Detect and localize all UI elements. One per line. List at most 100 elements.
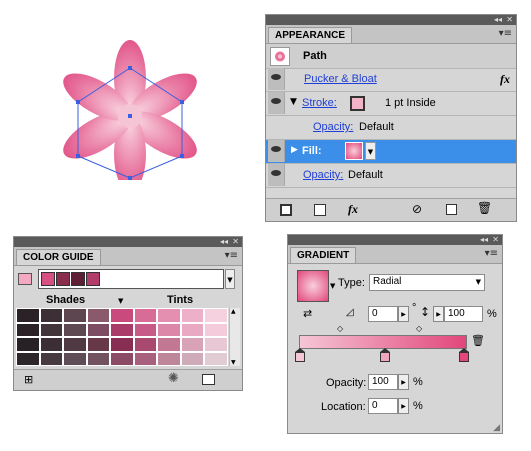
opacity-stepper[interactable]: ▶ — [398, 374, 409, 390]
expand-triangle-icon[interactable]: ▶ — [291, 145, 298, 155]
color-variation-swatch[interactable] — [39, 322, 64, 337]
reverse-gradient-icon[interactable]: ⇄ — [303, 307, 312, 320]
color-variation-swatch[interactable] — [110, 337, 134, 352]
close-icon[interactable]: ✕ — [492, 235, 499, 245]
stroke-row[interactable]: ▼ Stroke: 1 pt Inside — [266, 92, 516, 116]
resize-grip-icon[interactable]: ◢ — [493, 423, 500, 433]
visibility-icon[interactable] — [268, 92, 285, 114]
close-icon[interactable]: ✕ — [506, 15, 513, 25]
color-stop-middle[interactable] — [380, 348, 390, 362]
color-variation-swatch[interactable] — [63, 308, 87, 323]
opacity-row[interactable]: Opacity: Default — [266, 164, 516, 188]
pucker-bloat-row[interactable]: Pucker & Bloat fx — [266, 68, 516, 92]
color-variation-swatch[interactable] — [133, 337, 158, 352]
tab-color-guide[interactable]: COLOR GUIDE — [16, 249, 101, 265]
angle-field[interactable]: 0 — [368, 306, 398, 322]
color-variation-swatch[interactable] — [180, 337, 205, 352]
tab-gradient[interactable]: GRADIENT — [290, 247, 357, 263]
color-variation-swatch[interactable] — [180, 308, 205, 323]
harmony-swatch[interactable] — [41, 272, 55, 286]
color-variation-swatch[interactable] — [133, 351, 158, 366]
scroll-up-icon[interactable]: ▲ — [231, 308, 236, 315]
color-variation-swatch[interactable] — [39, 351, 64, 366]
add-effect-icon[interactable]: fx — [348, 202, 358, 217]
harmony-dropdown[interactable]: ▼ — [225, 269, 235, 289]
midpoint-diamond[interactable]: ◇ — [337, 324, 343, 333]
color-variation-swatch[interactable] — [204, 337, 228, 352]
color-variation-swatch[interactable] — [39, 337, 64, 352]
variation-arrow-icon[interactable]: ▼ — [118, 297, 123, 305]
duplicate-item-icon[interactable] — [446, 204, 457, 215]
new-fill-icon[interactable] — [314, 204, 326, 216]
location-stepper[interactable]: ▶ — [398, 398, 409, 414]
harmony-swatch[interactable] — [71, 272, 85, 286]
swatch-library-icon[interactable]: ⊞ — [24, 373, 33, 386]
color-variation-swatch[interactable] — [16, 308, 40, 323]
angle-stepper[interactable]: ▶ — [398, 306, 409, 322]
gradient-titlebar[interactable]: ◂◂ ✕ — [288, 235, 502, 245]
new-stroke-icon[interactable] — [280, 204, 292, 216]
aspect-stepper[interactable]: ▶ — [433, 306, 444, 322]
color-guide-titlebar[interactable]: ◂◂ ✕ — [14, 237, 242, 247]
stroke-swatch[interactable] — [350, 96, 365, 111]
color-variation-swatch[interactable] — [180, 351, 205, 366]
expand-triangle-icon[interactable]: ▼ — [290, 97, 297, 107]
color-variation-swatch[interactable] — [63, 337, 87, 352]
gradient-type-select[interactable]: Radial ▼ — [369, 274, 485, 291]
color-variation-swatch[interactable] — [63, 322, 87, 337]
harmony-swatch[interactable] — [86, 272, 100, 286]
aspect-ratio-field[interactable]: 100 — [444, 306, 483, 322]
color-variation-swatch[interactable] — [110, 308, 134, 323]
color-variation-swatch[interactable] — [204, 351, 228, 366]
color-variation-swatch[interactable] — [110, 351, 134, 366]
stroke-link[interactable]: Stroke: — [302, 97, 337, 109]
stroke-opacity-row[interactable]: Opacity: Default — [266, 116, 516, 140]
gradient-slider[interactable] — [299, 335, 467, 349]
tab-appearance[interactable]: APPEARANCE — [268, 27, 353, 43]
visibility-icon[interactable] — [268, 164, 285, 186]
collapse-icon[interactable]: ◂◂ — [494, 15, 502, 25]
close-icon[interactable]: ✕ — [232, 237, 239, 247]
opacity-field[interactable]: 100 — [368, 374, 398, 390]
panel-menu-icon[interactable]: ▾≡ — [499, 28, 512, 39]
harmony-swatch[interactable] — [56, 272, 70, 286]
color-variation-swatch[interactable] — [204, 322, 228, 337]
midpoint-diamond[interactable]: ◇ — [416, 324, 422, 333]
color-variation-swatch[interactable] — [157, 322, 181, 337]
color-variation-swatch[interactable] — [180, 322, 205, 337]
color-stop-end[interactable] — [459, 348, 469, 362]
visibility-icon[interactable] — [268, 116, 284, 138]
visibility-icon[interactable] — [268, 68, 285, 90]
fill-swatch[interactable] — [345, 142, 363, 160]
color-variation-swatch[interactable] — [63, 351, 87, 366]
opacity-link[interactable]: Opacity: — [303, 169, 343, 181]
color-variation-swatch[interactable] — [86, 351, 111, 366]
fill-row[interactable]: ▶ Fill: ▼ — [266, 140, 516, 164]
color-variation-swatch[interactable] — [16, 351, 40, 366]
flower-artwork[interactable] — [52, 40, 212, 180]
collapse-icon[interactable]: ◂◂ — [220, 237, 228, 247]
fill-dropdown[interactable]: ▼ — [365, 142, 376, 160]
gradient-swatch-arrow-icon[interactable]: ▼ — [330, 282, 335, 290]
clear-appearance-icon[interactable]: ⊘ — [412, 202, 422, 216]
base-color-swatch[interactable] — [18, 273, 32, 285]
color-variation-swatch[interactable] — [204, 308, 228, 323]
color-variation-swatch[interactable] — [16, 337, 40, 352]
panel-menu-icon[interactable]: ▾≡ — [225, 250, 238, 261]
color-variation-swatch[interactable] — [16, 322, 40, 337]
color-variation-swatch[interactable] — [157, 337, 181, 352]
harmony-bar[interactable] — [38, 269, 224, 289]
grid-scrollbar[interactable]: ▲ ▼ — [229, 308, 240, 366]
delete-item-icon[interactable]: 🗑 — [477, 201, 492, 215]
color-variation-swatch[interactable] — [86, 308, 111, 323]
color-variation-swatch[interactable] — [133, 322, 158, 337]
fx-icon[interactable]: fx — [500, 72, 510, 87]
panel-menu-icon[interactable]: ▾≡ — [485, 248, 498, 259]
collapse-icon[interactable]: ◂◂ — [480, 235, 488, 245]
color-variation-swatch[interactable] — [157, 308, 181, 323]
delete-stop-icon[interactable]: 🗑 — [471, 334, 485, 347]
color-variation-swatch[interactable] — [86, 322, 111, 337]
stroke-opacity-link[interactable]: Opacity: — [313, 121, 353, 133]
color-variation-swatch[interactable] — [86, 337, 111, 352]
gradient-preview-swatch[interactable] — [297, 270, 329, 302]
